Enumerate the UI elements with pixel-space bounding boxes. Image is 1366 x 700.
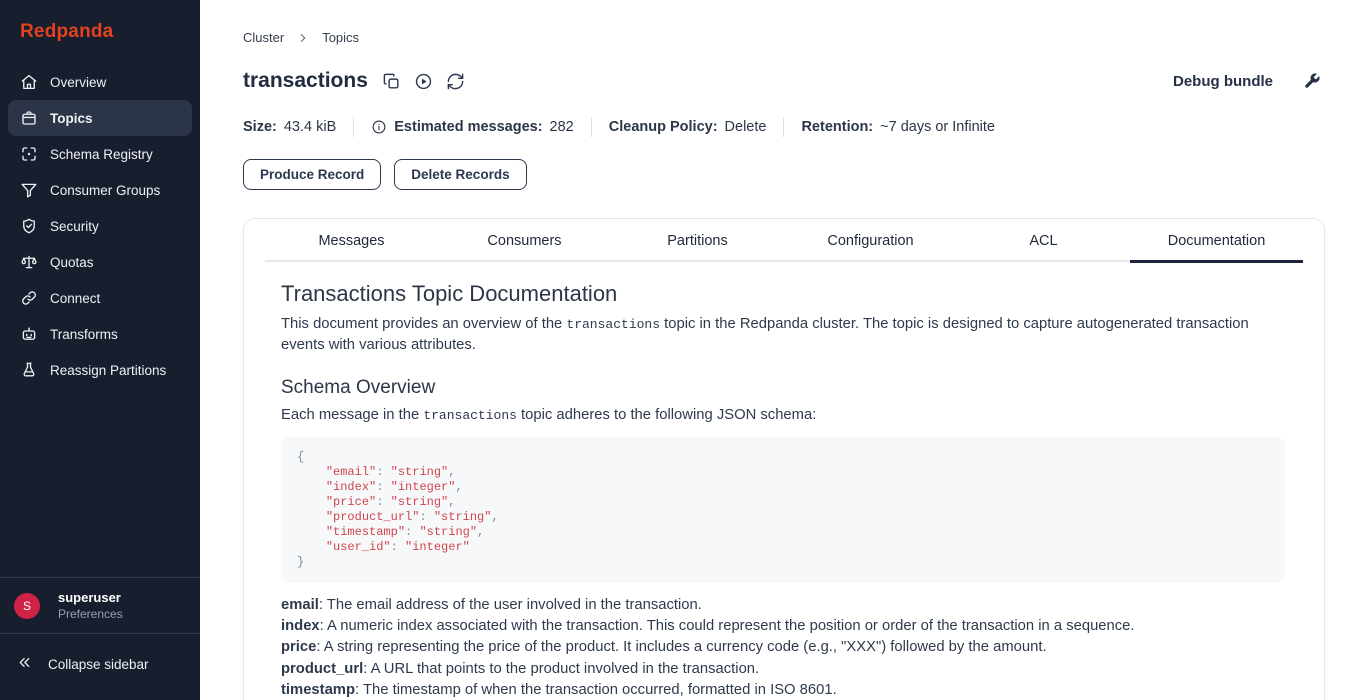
collapse-sidebar-button[interactable]: Collapse sidebar (0, 633, 200, 700)
chevron-right-icon (296, 31, 310, 45)
sidebar-item-label: Consumer Groups (50, 183, 160, 198)
topic-header: transactions Debug bundle (243, 69, 1325, 93)
stat-estimated-messages-: Estimated messages:282 (371, 119, 574, 135)
sidebar-item-label: Topics (50, 111, 93, 126)
sidebar-item-consumer-groups[interactable]: Consumer Groups (8, 172, 192, 208)
stat-retention-: Retention:~7 days or Infinite (801, 119, 995, 135)
tab-messages[interactable]: Messages (265, 221, 438, 262)
field-description-index: index: A numeric index associated with t… (281, 616, 1285, 637)
refresh-button[interactable] (446, 72, 465, 91)
json-schema-code-block: { "email": "string", "index": "integer",… (281, 437, 1285, 583)
field-description-product-url: product_url: A URL that points to the pr… (281, 659, 1285, 680)
breadcrumb-item-cluster[interactable]: Cluster (243, 30, 284, 45)
field-description-price: price: A string representing the price o… (281, 637, 1285, 658)
chevrons-left-icon (16, 654, 33, 674)
topic-card: MessagesConsumersPartitionsConfiguration… (243, 218, 1325, 700)
sidebar-item-label: Reassign Partitions (50, 363, 166, 378)
copy-topic-name-button[interactable] (382, 72, 401, 91)
sidebar-item-label: Schema Registry (50, 147, 153, 162)
inline-code: transactions (423, 408, 517, 423)
play-circle-button[interactable] (414, 72, 433, 91)
user-section[interactable]: S superuser Preferences (0, 577, 200, 633)
sidebar-item-topics[interactable]: Topics (8, 100, 192, 136)
inline-code: transactions (566, 317, 660, 332)
sidebar-item-label: Transforms (50, 327, 118, 342)
sidebar-item-label: Overview (50, 75, 106, 90)
sidebar-nav: Overview Topics Schema Registry Consumer Gr… (0, 64, 200, 388)
schema-intro: Each message in the transactions topic a… (281, 405, 1285, 426)
sidebar-item-transforms[interactable]: Transforms (8, 316, 192, 352)
preferences-link[interactable]: Preferences (58, 607, 123, 621)
produce-record-button[interactable]: Produce Record (243, 159, 381, 190)
sidebar-item-label: Security (50, 219, 99, 234)
topic-actions: Produce Record Delete Records (243, 159, 1325, 190)
stat-divider (783, 117, 784, 137)
sidebar-item-connect[interactable]: Connect (8, 280, 192, 316)
field-description-email: email: The email address of the user inv… (281, 595, 1285, 616)
tab-consumers[interactable]: Consumers (438, 221, 611, 262)
info-icon (371, 119, 387, 135)
shield-check-icon (20, 217, 38, 235)
topics-icon (20, 109, 38, 127)
stat-cleanup-policy-: Cleanup Policy:Delete (609, 119, 767, 135)
sidebar: Redpanda Overview Topics Schema Registry Co… (0, 0, 200, 700)
user-name: superuser (58, 590, 123, 605)
stat-size-: Size:43.4 kiB (243, 119, 336, 135)
sidebar-item-security[interactable]: Security (8, 208, 192, 244)
field-descriptions: email: The email address of the user inv… (281, 595, 1285, 700)
doc-title: Transactions Topic Documentation (281, 281, 1285, 307)
breadcrumb: Cluster Topics (243, 30, 1325, 45)
app-window: Redpanda Overview Topics Schema Registry Co… (0, 0, 1366, 700)
field-description-timestamp: timestamp: The timestamp of when the tra… (281, 680, 1285, 700)
main-content: ClusterTopics transactions Debug bundle … (200, 0, 1366, 700)
link-icon (20, 289, 38, 307)
doc-intro: This document provides an overview of th… (281, 314, 1285, 356)
sidebar-item-label: Connect (50, 291, 100, 306)
home-icon (20, 73, 38, 91)
topic-stats: Size:43.4 kiB Estimated messages:282 Clean… (243, 117, 1325, 137)
sidebar-item-schema-registry[interactable]: Schema Registry (8, 136, 192, 172)
tab-configuration[interactable]: Configuration (784, 221, 957, 262)
redpanda-logo[interactable]: Redpanda (0, 0, 200, 64)
robot-icon (20, 325, 38, 343)
avatar: S (14, 593, 40, 619)
sidebar-item-reassign-partitions[interactable]: Reassign Partitions (8, 352, 192, 388)
tab-bar: MessagesConsumersPartitionsConfiguration… (265, 221, 1303, 262)
delete-records-button[interactable]: Delete Records (394, 159, 526, 190)
collapse-sidebar-label: Collapse sidebar (48, 657, 149, 672)
tab-partitions[interactable]: Partitions (611, 221, 784, 262)
sidebar-item-overview[interactable]: Overview (8, 64, 192, 100)
stat-divider (353, 117, 354, 137)
schema-registry-icon (20, 145, 38, 163)
schema-overview-heading: Schema Overview (281, 377, 1285, 399)
documentation-panel: Transactions Topic Documentation This do… (244, 262, 1324, 700)
flask-icon (20, 361, 38, 379)
scales-icon (20, 253, 38, 271)
funnel-icon (20, 181, 38, 199)
tab-acl[interactable]: ACL (957, 221, 1130, 262)
tab-documentation[interactable]: Documentation (1130, 221, 1303, 263)
sidebar-item-quotas[interactable]: Quotas (8, 244, 192, 280)
page-title: transactions (243, 69, 368, 93)
sidebar-item-label: Quotas (50, 255, 94, 270)
breadcrumb-item-topics[interactable]: Topics (322, 30, 359, 45)
stat-divider (591, 117, 592, 137)
debug-bundle-link[interactable]: Debug bundle (1173, 73, 1273, 90)
wrench-icon[interactable] (1303, 72, 1321, 90)
sidebar-spacer (0, 388, 200, 577)
